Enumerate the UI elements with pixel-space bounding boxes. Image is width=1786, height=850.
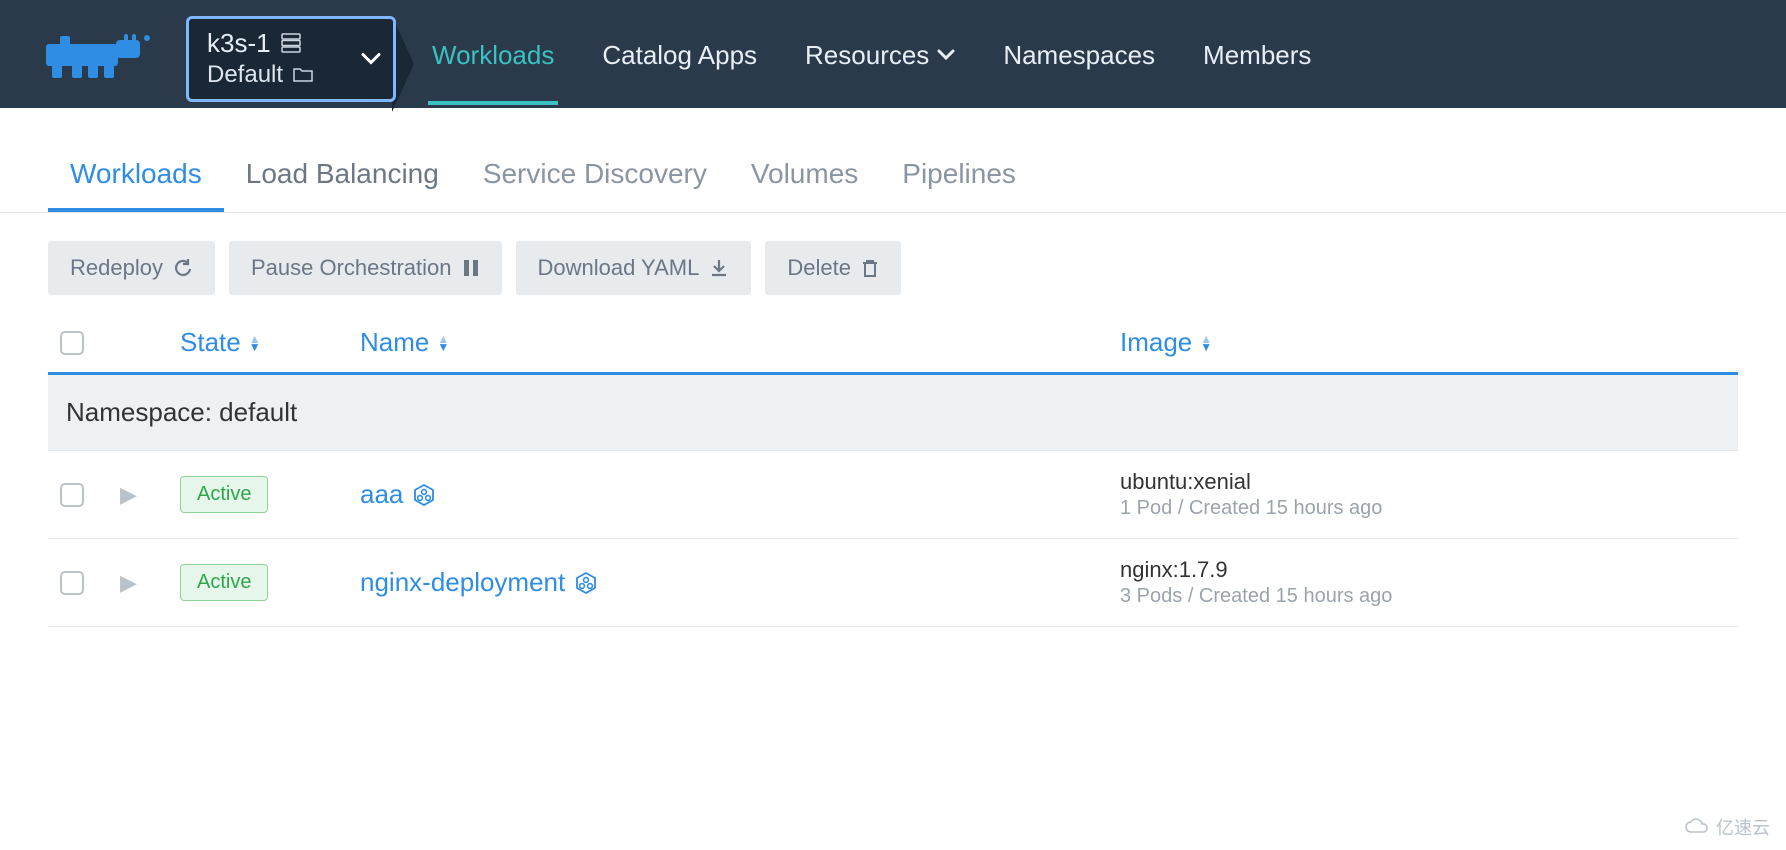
trash-icon (861, 258, 879, 278)
rancher-logo[interactable] (46, 0, 186, 108)
workload-link[interactable]: nginx-deployment (360, 567, 1120, 598)
tab-load-balancing[interactable]: Load Balancing (224, 150, 461, 212)
cluster-project-picker[interactable]: k3s-1 Default (186, 16, 396, 102)
primary-nav: Workloads Catalog Apps Resources Namespa… (414, 0, 1315, 108)
image-name: ubuntu:xenial (1120, 469, 1726, 495)
subtabs: Workloads Load Balancing Service Discove… (0, 108, 1786, 213)
image-meta: 3 Pods / Created 15 hours ago (1120, 585, 1726, 608)
project-name: Default (207, 61, 283, 89)
sort-icon: ▲▼ (437, 335, 449, 351)
image-meta: 1 Pod / Created 15 hours ago (1120, 497, 1726, 520)
sort-icon: ▲▼ (249, 335, 261, 351)
table-row: ▶ Active aaa ubuntu:xenial 1 Pod / Creat… (48, 451, 1738, 539)
server-icon (281, 33, 301, 53)
button-label: Delete (787, 255, 851, 281)
nav-label: Members (1203, 40, 1311, 71)
top-nav: k3s-1 Default Workloads Catalog Apps Res… (0, 0, 1786, 108)
deployment-icon (413, 484, 435, 506)
tab-service-discovery[interactable]: Service Discovery (461, 150, 729, 212)
tab-workloads[interactable]: Workloads (48, 150, 224, 212)
select-all-checkbox[interactable] (60, 331, 84, 355)
workload-link[interactable]: aaa (360, 479, 1120, 510)
bulk-action-toolbar: Redeploy Pause Orchestration Download YA… (0, 213, 1786, 317)
nav-catalog-apps[interactable]: Catalog Apps (598, 4, 761, 105)
deployment-icon (575, 572, 597, 594)
column-label: Image (1120, 327, 1192, 358)
chevron-down-icon (937, 49, 955, 61)
image-cell: ubuntu:xenial 1 Pod / Created 15 hours a… (1120, 469, 1726, 520)
watermark-text: 亿速云 (1716, 814, 1770, 840)
workload-name: nginx-deployment (360, 567, 565, 598)
pause-orchestration-button[interactable]: Pause Orchestration (229, 241, 502, 295)
table-header: State ▲▼ Name ▲▼ Image ▲▼ (48, 317, 1738, 375)
workload-name: aaa (360, 479, 403, 510)
row-checkbox[interactable] (60, 571, 84, 595)
nav-label: Catalog Apps (602, 40, 757, 71)
folder-icon (293, 66, 313, 82)
delete-button[interactable]: Delete (765, 241, 901, 295)
column-label: Name (360, 327, 429, 358)
nav-resources[interactable]: Resources (801, 4, 959, 105)
image-name: nginx:1.7.9 (1120, 557, 1726, 583)
column-state[interactable]: State ▲▼ (180, 327, 360, 358)
cluster-name: k3s-1 (207, 28, 271, 59)
nav-namespaces[interactable]: Namespaces (999, 4, 1159, 105)
cow-logo-icon (46, 28, 156, 80)
download-yaml-button[interactable]: Download YAML (516, 241, 752, 295)
redo-icon (173, 258, 193, 278)
status-badge: Active (180, 564, 268, 601)
button-label: Redeploy (70, 255, 163, 281)
row-checkbox[interactable] (60, 483, 84, 507)
pause-icon (462, 258, 480, 278)
workloads-table: State ▲▼ Name ▲▼ Image ▲▼ Namespace: def… (0, 317, 1786, 627)
image-cell: nginx:1.7.9 3 Pods / Created 15 hours ag… (1120, 557, 1726, 608)
cloud-icon (1684, 818, 1710, 836)
redeploy-button[interactable]: Redeploy (48, 241, 215, 295)
sort-icon: ▲▼ (1200, 335, 1212, 351)
expand-toggle[interactable]: ▶ (120, 570, 180, 596)
chevron-down-icon (361, 49, 381, 70)
column-image[interactable]: Image ▲▼ (1120, 327, 1726, 358)
nav-members[interactable]: Members (1199, 4, 1315, 105)
column-label: State (180, 327, 241, 358)
expand-toggle[interactable]: ▶ (120, 482, 180, 508)
watermark: 亿速云 (1684, 814, 1770, 840)
nav-label: Resources (805, 40, 929, 71)
button-label: Pause Orchestration (251, 255, 452, 281)
column-name[interactable]: Name ▲▼ (360, 327, 1120, 358)
nav-workloads[interactable]: Workloads (428, 4, 558, 105)
status-badge: Active (180, 476, 268, 513)
namespace-group-header: Namespace: default (48, 375, 1738, 451)
tab-volumes[interactable]: Volumes (729, 150, 880, 212)
nav-label: Workloads (432, 40, 554, 71)
tab-pipelines[interactable]: Pipelines (880, 150, 1038, 212)
table-row: ▶ Active nginx-deployment nginx:1.7.9 3 … (48, 539, 1738, 627)
nav-label: Namespaces (1003, 40, 1155, 71)
download-icon (709, 258, 729, 278)
button-label: Download YAML (538, 255, 700, 281)
